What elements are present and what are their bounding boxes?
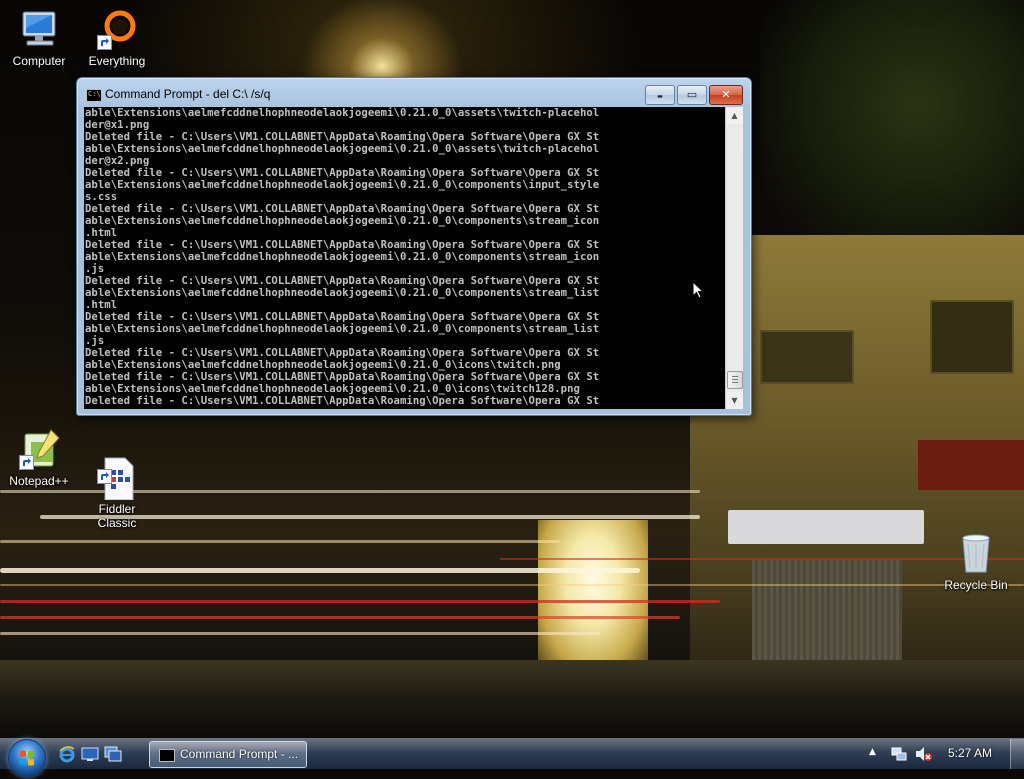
console-output-text: able\Extensions\aelmefcddnelhophneodelao… xyxy=(85,107,600,407)
window-title: Command Prompt - del C:\ /s/q xyxy=(105,87,271,101)
desktop-icon-label: Recycle Bin xyxy=(944,578,1008,592)
shortcut-arrow-icon xyxy=(97,35,112,50)
desktop-icon-notepadpp[interactable]: Notepad++ xyxy=(1,428,77,488)
shortcut-arrow-icon xyxy=(19,455,34,470)
desktop-icon-fiddler[interactable]: Fiddler Classic xyxy=(79,428,155,544)
desktop-icon-label: Everything xyxy=(88,54,146,68)
scroll-up-button[interactable]: ▲ xyxy=(726,107,743,124)
notepadpp-icon xyxy=(17,428,61,472)
vertical-scrollbar[interactable]: ▲ ▼ xyxy=(725,107,743,409)
maximize-icon: ▭ xyxy=(686,88,698,101)
console-output-area[interactable]: able\Extensions\aelmefcddnelhophneodelao… xyxy=(84,107,725,409)
desktop-icon-label: Fiddler Classic xyxy=(97,502,137,530)
fiddler-icon xyxy=(95,442,139,501)
recycle-bin-icon xyxy=(954,532,998,576)
taskbar-button-label: Command Prompt - ... xyxy=(180,747,299,761)
mouse-cursor-icon xyxy=(692,281,704,299)
scroll-thumb[interactable] xyxy=(727,371,743,389)
minimize-button[interactable]: ▬ xyxy=(645,85,675,105)
network-icon[interactable] xyxy=(891,746,907,762)
desktop-icon-recycle-bin[interactable]: Recycle Bin xyxy=(938,532,1014,592)
switch-windows-icon[interactable] xyxy=(104,745,122,763)
everything-search-icon xyxy=(95,8,139,52)
desktop-icon-label: Notepad++ xyxy=(9,474,69,488)
command-prompt-icon: C:\ xyxy=(86,89,102,102)
desktop-icon-everything[interactable]: Everything xyxy=(79,8,155,68)
shortcut-arrow-icon xyxy=(97,469,112,484)
windows-logo-icon xyxy=(20,750,34,766)
show-hidden-icons-button[interactable]: ▲ xyxy=(869,747,876,757)
show-desktop-button[interactable] xyxy=(1010,739,1024,769)
close-button[interactable]: ✕ xyxy=(709,85,743,105)
maximize-button[interactable]: ▭ xyxy=(677,85,707,105)
command-prompt-window[interactable]: C:\ Command Prompt - del C:\ /s/q ▬ ▭ ✕ … xyxy=(76,77,752,416)
taskbar: Command Prompt - ... ▲ 5:27 AM xyxy=(0,738,1024,777)
clock[interactable]: 5:27 AM xyxy=(948,746,992,760)
computer-icon xyxy=(17,8,61,52)
close-icon: ✕ xyxy=(721,88,731,101)
minimize-icon: ▬ xyxy=(657,93,663,100)
scroll-down-button[interactable]: ▼ xyxy=(726,392,743,409)
desktop-icon-label: Computer xyxy=(12,54,66,68)
command-prompt-icon xyxy=(159,749,175,762)
start-button[interactable] xyxy=(8,739,46,777)
taskbar-button-command-prompt[interactable]: Command Prompt - ... xyxy=(149,741,307,768)
show-desktop-icon[interactable] xyxy=(81,745,99,763)
desktop-icon-computer[interactable]: Computer xyxy=(1,8,77,68)
volume-muted-icon[interactable] xyxy=(915,746,933,762)
internet-explorer-icon[interactable] xyxy=(58,745,76,763)
window-titlebar[interactable]: C:\ Command Prompt - del C:\ /s/q ▬ ▭ ✕ xyxy=(77,78,751,108)
